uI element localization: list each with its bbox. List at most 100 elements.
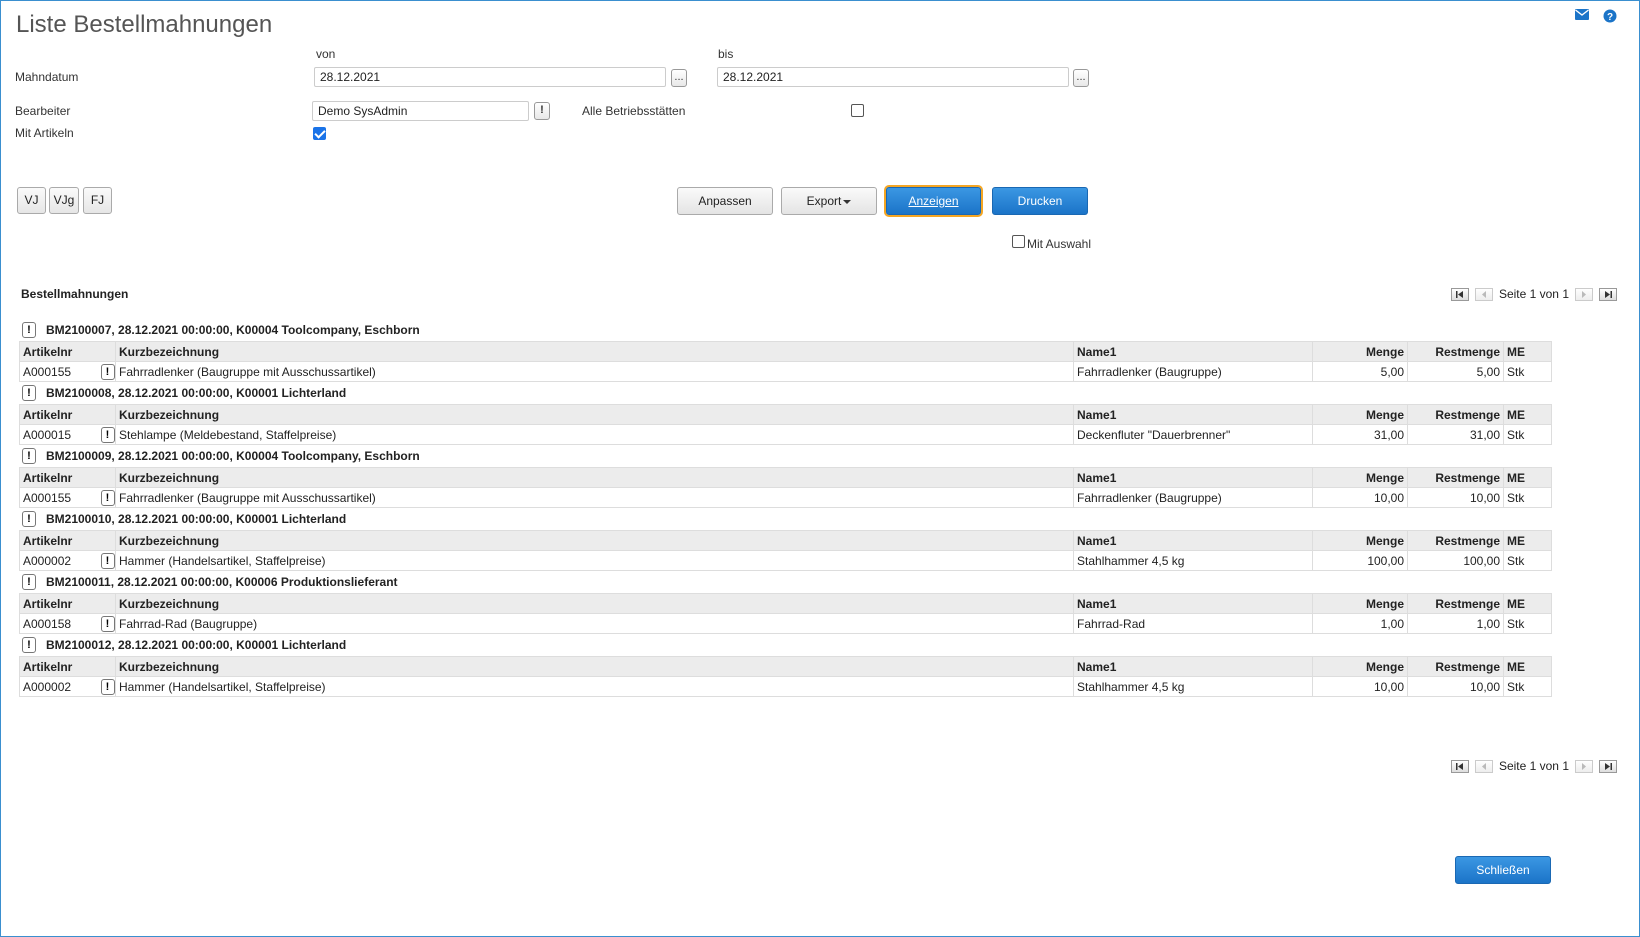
column-header[interactable]: Menge <box>1312 341 1409 362</box>
article-info-button[interactable]: ! <box>100 426 115 443</box>
artikelnr-cell: A000002 <box>19 676 100 697</box>
table-row[interactable]: A000155! Fahrradlenker (Baugruppe mit Aus… <box>19 487 1553 508</box>
article-info-button[interactable]: ! <box>100 363 115 380</box>
column-header[interactable]: Artikelnr <box>18 530 117 551</box>
first-page-icon[interactable] <box>1450 759 1469 773</box>
prev-page-icon[interactable] <box>1474 759 1493 773</box>
article-info-button[interactable]: ! <box>100 615 115 632</box>
group-info-button[interactable]: ! <box>22 574 36 590</box>
alle-betriebsstaetten-checkbox[interactable] <box>851 104 864 117</box>
column-header[interactable]: Kurzbezeichnung <box>115 404 1075 425</box>
me-cell: Stk <box>1503 613 1553 634</box>
mahndatum-von-input[interactable]: 28.12.2021 <box>314 67 666 87</box>
mail-icon[interactable] <box>1575 9 1589 23</box>
column-header[interactable]: Restmenge <box>1407 404 1505 425</box>
mahndatum-von-picker-button[interactable]: ... <box>671 69 687 87</box>
column-header[interactable]: Name1 <box>1073 404 1314 425</box>
restmenge-cell: 1,00 <box>1407 613 1505 634</box>
quick-button-vjg[interactable]: VJg <box>49 187 79 214</box>
column-header[interactable]: Kurzbezeichnung <box>115 656 1075 677</box>
column-header[interactable]: Restmenge <box>1407 341 1505 362</box>
anzeigen-button[interactable]: Anzeigen <box>886 187 981 215</box>
bearbeiter-input[interactable]: Demo SysAdmin <box>312 101 529 121</box>
group-info-button[interactable]: ! <box>22 322 36 338</box>
group-table: Artikelnr Kurzbezeichnung Name1 Menge Restme… <box>18 593 1553 634</box>
column-header[interactable]: ME <box>1503 593 1553 614</box>
list-title: Bestellmahnungen <box>21 287 129 301</box>
column-header[interactable]: Name1 <box>1073 530 1314 551</box>
column-header[interactable]: Artikelnr <box>18 467 117 488</box>
group-title: BM2100012, 28.12.2021 00:00:00, K00001 L… <box>46 638 347 652</box>
group-info-button[interactable]: ! <box>22 511 36 527</box>
last-page-icon[interactable] <box>1599 759 1617 773</box>
column-header[interactable]: ME <box>1503 404 1553 425</box>
restmenge-cell: 10,00 <box>1407 676 1505 697</box>
column-header[interactable]: Menge <box>1312 593 1409 614</box>
next-page-icon[interactable] <box>1575 759 1593 773</box>
group-table: Artikelnr Kurzbezeichnung Name1 Menge Restme… <box>18 341 1553 382</box>
bearbeiter-info-button[interactable]: ! <box>534 102 550 120</box>
table-row[interactable]: A000158! Fahrrad-Rad (Baugruppe) Fahrrad-R… <box>19 613 1553 634</box>
column-header[interactable]: Artikelnr <box>18 656 117 677</box>
column-header[interactable]: ME <box>1503 656 1553 677</box>
table-row[interactable]: A000002! Hammer (Handelsartikel, Staffelp… <box>19 676 1553 697</box>
prev-page-icon[interactable] <box>1474 287 1493 301</box>
column-header[interactable]: Menge <box>1312 467 1409 488</box>
pager-top: Seite 1 von 1 <box>1450 287 1617 301</box>
article-info-cell: ! <box>99 487 117 508</box>
column-header[interactable]: Menge <box>1312 404 1409 425</box>
next-page-icon[interactable] <box>1575 287 1593 301</box>
article-info-button[interactable]: ! <box>100 678 115 695</box>
group-info-button[interactable]: ! <box>22 448 36 464</box>
pager-bottom: Seite 1 von 1 <box>1450 759 1617 773</box>
drucken-button[interactable]: Drucken <box>992 187 1088 215</box>
schliessen-button[interactable]: Schließen <box>1455 856 1551 884</box>
mahndatum-bis-picker-button[interactable]: ... <box>1073 69 1089 87</box>
group-title: BM2100008, 28.12.2021 00:00:00, K00001 L… <box>46 386 347 400</box>
column-header[interactable]: Kurzbezeichnung <box>115 593 1075 614</box>
table-row[interactable]: A000155! Fahrradlenker (Baugruppe mit Aus… <box>19 361 1553 382</box>
first-page-icon[interactable] <box>1450 287 1469 301</box>
column-header[interactable]: Restmenge <box>1407 530 1505 551</box>
column-header[interactable]: Name1 <box>1073 341 1314 362</box>
column-header[interactable]: Menge <box>1312 530 1409 551</box>
table-header-row: Artikelnr Kurzbezeichnung Name1 Menge Restme… <box>18 341 1553 362</box>
article-info-button[interactable]: ! <box>100 489 115 506</box>
column-header[interactable]: Menge <box>1312 656 1409 677</box>
column-header[interactable]: Name1 <box>1073 593 1314 614</box>
last-page-icon[interactable] <box>1599 287 1617 301</box>
column-header[interactable]: ME <box>1503 341 1553 362</box>
mahndatum-bis-input[interactable]: 28.12.2021 <box>717 67 1069 87</box>
anpassen-button[interactable]: Anpassen <box>677 187 773 215</box>
column-header[interactable]: Name1 <box>1073 656 1314 677</box>
column-header[interactable]: Restmenge <box>1407 467 1505 488</box>
table-row[interactable]: A000015! Stehlampe (Meldebestand, Staffel… <box>19 424 1553 445</box>
column-header[interactable]: Artikelnr <box>18 404 117 425</box>
mit-artikeln-checkbox[interactable] <box>313 127 326 140</box>
name1-cell: Fahrradlenker (Baugruppe) <box>1073 361 1314 382</box>
column-header[interactable]: ME <box>1503 467 1553 488</box>
export-button[interactable]: Export <box>781 187 877 215</box>
column-header[interactable]: Kurzbezeichnung <box>115 341 1075 362</box>
group-info-button[interactable]: ! <box>22 637 36 653</box>
column-header[interactable]: Restmenge <box>1407 656 1505 677</box>
quick-button-fj[interactable]: FJ <box>83 187 112 214</box>
group-info-button[interactable]: ! <box>22 385 36 401</box>
column-header[interactable]: Kurzbezeichnung <box>115 530 1075 551</box>
quick-button-vj[interactable]: VJ <box>17 187 46 214</box>
column-header[interactable]: Restmenge <box>1407 593 1505 614</box>
kurzbezeichnung-cell: Stehlampe (Meldebestand, Staffelpreise) <box>115 424 1075 445</box>
help-icon[interactable]: ? <box>1603 9 1617 23</box>
column-header[interactable]: Artikelnr <box>18 341 117 362</box>
artikelnr-cell: A000015 <box>19 424 100 445</box>
column-header[interactable]: Name1 <box>1073 467 1314 488</box>
column-header[interactable]: Artikelnr <box>18 593 117 614</box>
me-cell: Stk <box>1503 676 1553 697</box>
name1-cell: Stahlhammer 4,5 kg <box>1073 676 1314 697</box>
mit-auswahl-checkbox[interactable] <box>1012 235 1025 248</box>
column-header[interactable]: ME <box>1503 530 1553 551</box>
article-info-button[interactable]: ! <box>100 552 115 569</box>
column-header[interactable]: Kurzbezeichnung <box>115 467 1075 488</box>
restmenge-cell: 5,00 <box>1407 361 1505 382</box>
table-row[interactable]: A000002! Hammer (Handelsartikel, Staffelp… <box>19 550 1553 571</box>
